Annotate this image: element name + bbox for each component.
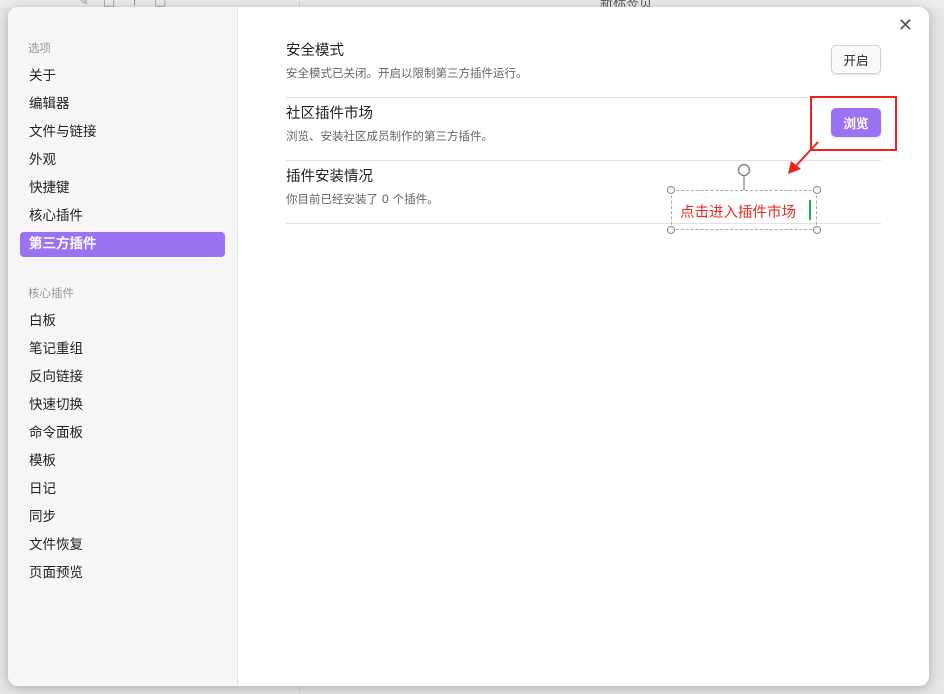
resize-handle[interactable] (813, 186, 821, 194)
text-caret (809, 200, 811, 220)
arrow-icon (737, 141, 819, 190)
resize-handle[interactable] (813, 226, 821, 234)
annotation-text: 点击进入插件市场 (680, 205, 796, 221)
annotation-textbox[interactable]: 点击进入插件市场 (667, 186, 821, 234)
resize-handle[interactable] (667, 226, 675, 234)
resize-handle[interactable] (667, 186, 675, 194)
